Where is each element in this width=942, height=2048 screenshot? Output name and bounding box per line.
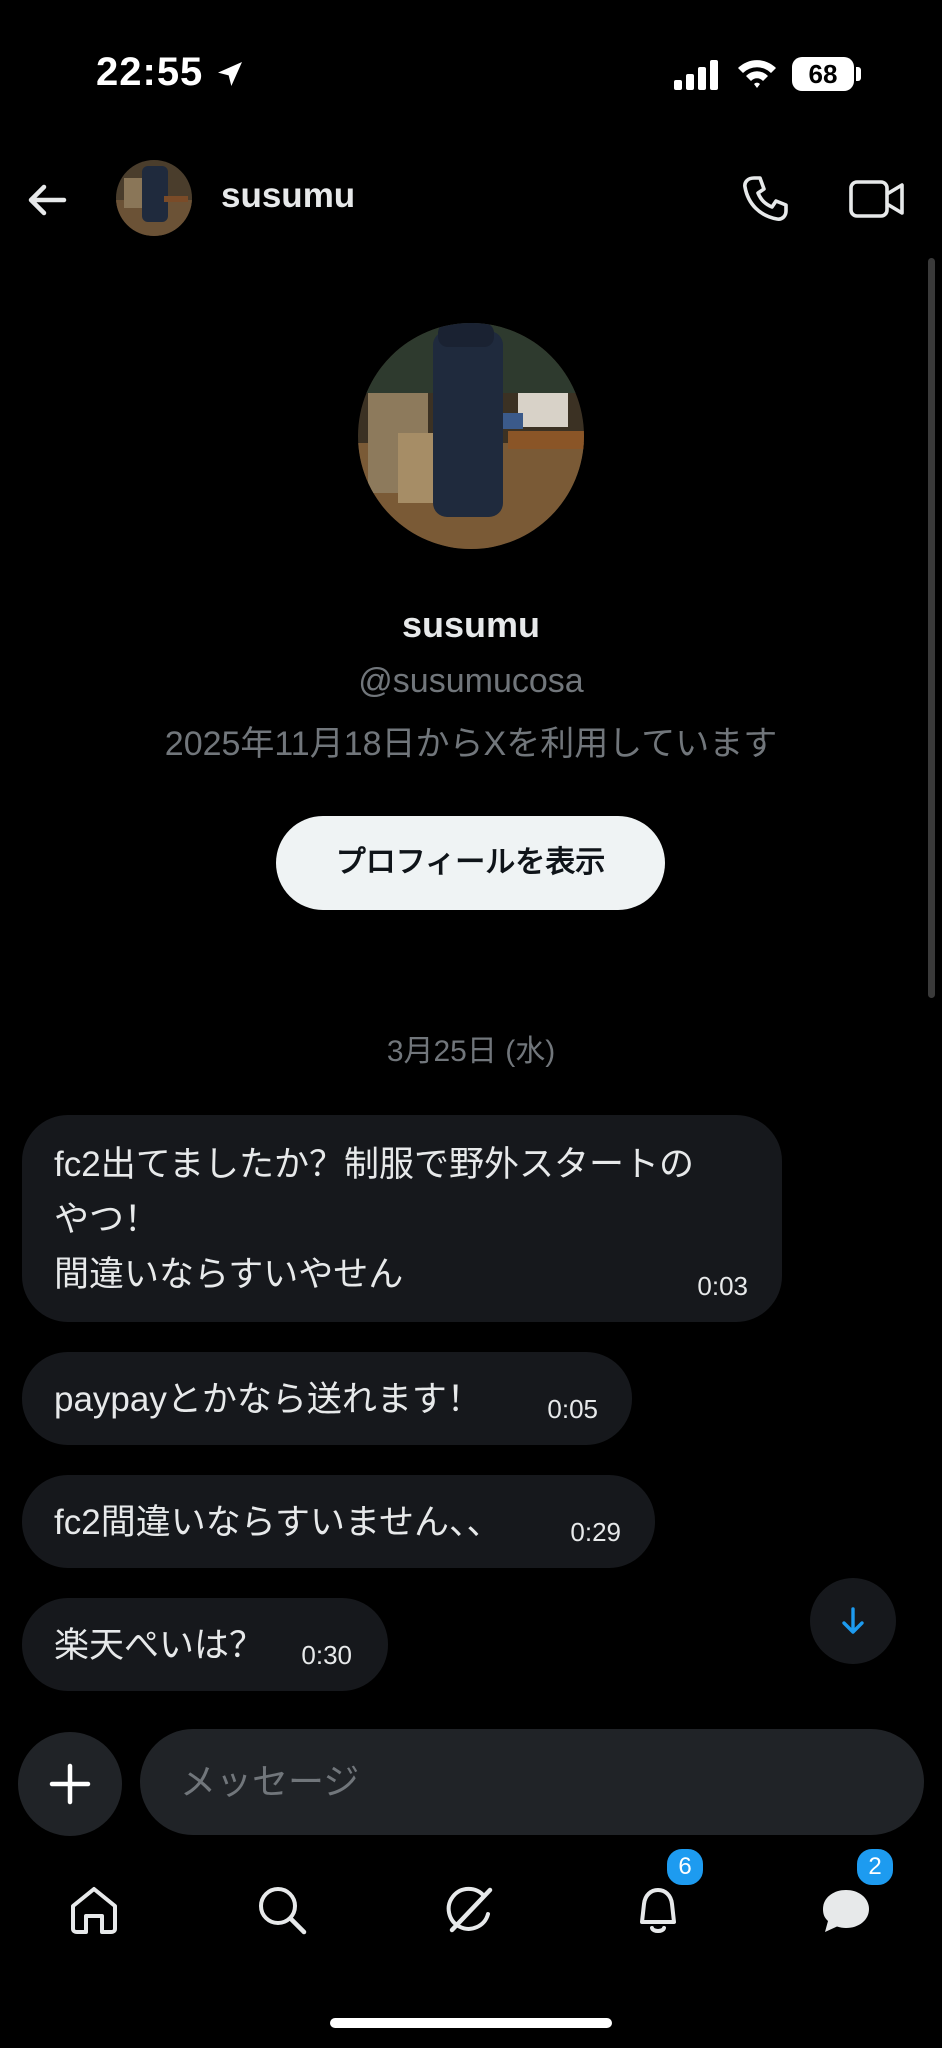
- add-attachment-button[interactable]: [18, 1732, 122, 1836]
- phone-call-icon[interactable]: [740, 174, 790, 224]
- back-arrow-icon[interactable]: [24, 176, 72, 224]
- message-bubble[interactable]: fc2出てましたか？制服で野外スタートの やつ！ 間違いならすいやせん 0:03: [22, 1115, 782, 1322]
- avatar-photo: [116, 160, 192, 236]
- plus-icon: [49, 1763, 91, 1805]
- bottom-nav: 6 2: [0, 1846, 942, 1960]
- profile-joined-date: 2025年11月18日からXを利用しています: [164, 725, 778, 763]
- nav-grok[interactable]: [420, 1860, 520, 1960]
- message-text: fc2間違いならすいません、、: [54, 1503, 502, 1542]
- nav-notifications[interactable]: 6: [608, 1846, 708, 1960]
- battery-indicator: 68: [792, 57, 854, 91]
- avatar-photo: [358, 323, 584, 549]
- message-time: 0:30: [301, 1640, 352, 1670]
- header-username[interactable]: susumu: [221, 176, 355, 216]
- profile-name: susumu: [401, 604, 541, 645]
- message-bubble[interactable]: paypayとかなら送れます！ 0:05: [22, 1352, 632, 1445]
- profile-avatar[interactable]: [358, 323, 584, 549]
- cellular-signal-icon: [674, 60, 718, 90]
- message-input[interactable]: [140, 1729, 924, 1835]
- grok-icon: [446, 1886, 493, 1933]
- notifications-badge: 6: [664, 1846, 706, 1888]
- battery-cap: [856, 67, 861, 81]
- wifi-icon: [738, 60, 776, 88]
- nav-search[interactable]: [232, 1860, 332, 1960]
- search-icon: [259, 1887, 307, 1935]
- message-text: paypayとかなら送れます！: [54, 1380, 482, 1419]
- messages-icon: [823, 1890, 869, 1932]
- scroll-to-bottom-button[interactable]: [810, 1578, 896, 1664]
- nav-home[interactable]: [44, 1860, 144, 1960]
- bell-icon: [640, 1888, 676, 1933]
- nav-messages[interactable]: 2: [796, 1846, 896, 1960]
- arrow-down-icon: [842, 1607, 864, 1634]
- message-time: 0:03: [697, 1271, 748, 1301]
- messages-badge: 2: [854, 1846, 896, 1888]
- message-time: 0:05: [547, 1394, 598, 1424]
- message-text: 楽天ぺいは？: [54, 1626, 265, 1665]
- conversation-header: susumu: [0, 150, 942, 250]
- location-arrow-icon: [218, 62, 242, 86]
- date-separator: 3月25日 (水): [386, 1035, 556, 1068]
- status-bar: 22:55 68: [0, 0, 942, 150]
- message-bubble[interactable]: fc2間違いならすいません、、 0:29: [22, 1475, 655, 1568]
- message-time: 0:29: [570, 1517, 621, 1547]
- home-indicator: [330, 2018, 612, 2028]
- header-avatar[interactable]: [116, 160, 192, 236]
- view-profile-button[interactable]: プロフィールを表示: [276, 816, 665, 910]
- home-icon: [71, 1887, 117, 1934]
- message-bubble[interactable]: 楽天ぺいは？ 0:30: [22, 1598, 388, 1691]
- profile-handle: @susumucosa: [358, 662, 584, 700]
- message-text: fc2出てましたか？制服で野外スタートの やつ！ 間違いならすいやせん: [54, 1145, 694, 1294]
- video-call-icon[interactable]: [848, 174, 906, 224]
- status-time: 22:55: [96, 50, 204, 94]
